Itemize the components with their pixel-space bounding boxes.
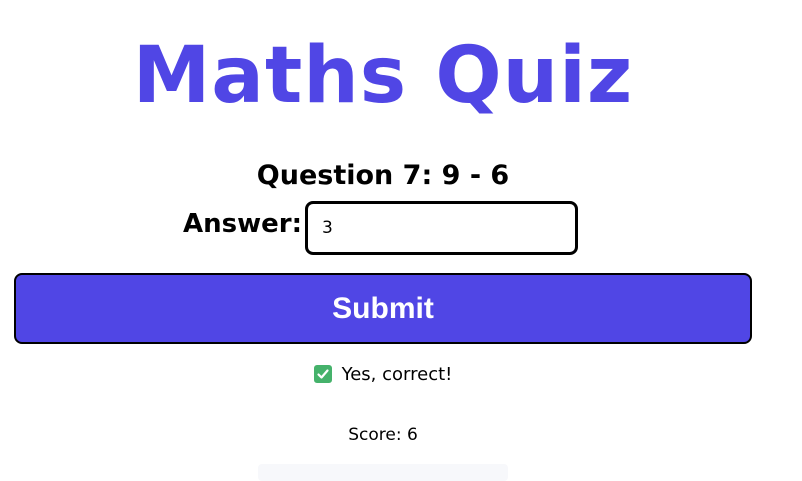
- answer-input[interactable]: [305, 201, 578, 255]
- feedback-text: Yes, correct!: [341, 364, 453, 385]
- question-text: Question 7: 9 - 6: [256, 160, 510, 191]
- feedback-message: Yes, correct!: [0, 363, 766, 387]
- submit-button[interactable]: Submit: [14, 273, 752, 344]
- check-icon: [313, 365, 332, 383]
- next-panel-edge: [258, 464, 508, 481]
- answer-label: Answer:: [183, 209, 302, 239]
- score-text: Score: 6: [348, 425, 418, 445]
- page-title: Maths Quiz: [132, 31, 634, 121]
